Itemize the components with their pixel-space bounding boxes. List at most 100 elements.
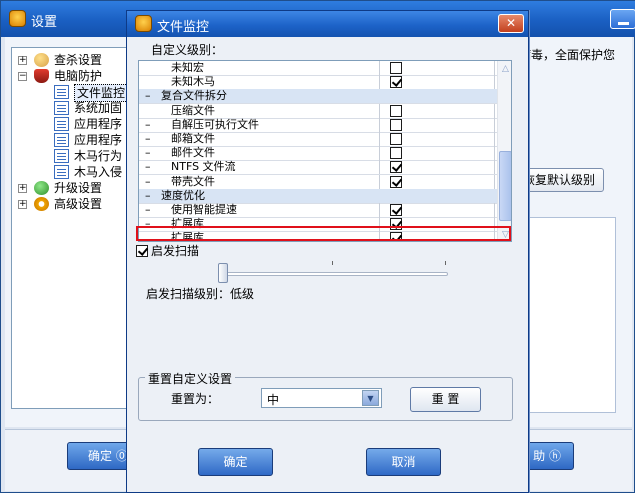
dialog-title: 文件监控 <box>157 20 210 35</box>
option-row[interactable]: – 带壳文件 <box>139 175 497 189</box>
expand-icon[interactable]: + <box>18 200 27 209</box>
option-row[interactable]: 未知宏 <box>139 61 497 75</box>
option-row[interactable]: 未知木马 <box>139 75 497 89</box>
scroll-thumb[interactable] <box>499 151 511 221</box>
reset-level-value: 中 <box>267 393 280 407</box>
expand-icon[interactable]: + <box>18 184 27 193</box>
column-divider <box>379 61 380 75</box>
document-icon <box>54 133 69 147</box>
shield-icon <box>34 69 49 83</box>
globe-icon <box>34 181 49 195</box>
option-label: 使用智能提速 <box>171 203 237 216</box>
dialog-titlebar: 文件监控 ✕ <box>127 11 528 37</box>
option-label: 自解压可执行文件 <box>171 118 259 131</box>
custom-level-label: 自定义级别： <box>151 43 224 57</box>
option-label: 未知宏 <box>171 61 204 74</box>
reset-group-title: 重置自定义设置 <box>145 370 236 387</box>
collapse-icon[interactable]: – <box>145 189 153 203</box>
heuristic-level-text: 启发扫描级别：低级 <box>146 287 255 301</box>
chevron-down-icon[interactable]: ▼ <box>362 390 379 406</box>
slider-thumb[interactable] <box>218 263 228 283</box>
column-divider <box>494 146 495 160</box>
column-divider <box>494 160 495 174</box>
column-divider <box>494 104 495 118</box>
expand-icon[interactable]: + <box>18 56 27 65</box>
document-icon <box>54 101 69 115</box>
minimize-button[interactable] <box>610 9 635 29</box>
option-label: 未知木马 <box>171 75 215 88</box>
column-divider <box>379 203 380 217</box>
cancel-button[interactable]: 取消 <box>366 448 441 476</box>
reset-button[interactable]: 重 置 <box>410 387 481 412</box>
column-divider <box>379 132 380 146</box>
option-checkbox[interactable] <box>390 147 402 159</box>
collapse-icon[interactable]: – <box>145 89 153 103</box>
option-label: 速度优化 <box>161 189 205 202</box>
tree-item-label: 电脑防护 <box>54 69 103 83</box>
collapse-icon[interactable]: – <box>145 146 153 160</box>
tree-item-label: 高级设置 <box>54 197 103 211</box>
column-divider <box>379 175 380 189</box>
collapse-icon[interactable]: − <box>18 72 27 81</box>
protection-description: 病毒，全面保护您 <box>519 48 616 62</box>
column-divider <box>379 146 380 160</box>
option-row[interactable]: – NTFS 文件流 <box>139 160 497 174</box>
document-icon <box>54 165 69 179</box>
app-logo-icon <box>135 15 152 32</box>
tree-item-label: 木马入侵 <box>74 165 123 179</box>
column-divider <box>379 104 380 118</box>
collapse-icon[interactable]: – <box>145 203 153 217</box>
option-checkbox[interactable] <box>390 161 402 173</box>
settings-tree[interactable]: + 查杀设置 − 电脑防护 文件监控 系统加固 应用程序 应用程序 木马行为 木马入侵 + 升级设置 +… <box>11 47 129 409</box>
reset-to-label: 重置为： <box>171 392 220 406</box>
heuristic-level-slider[interactable] <box>219 272 448 276</box>
collapse-icon[interactable]: – <box>145 132 153 146</box>
collapse-icon[interactable]: – <box>145 118 153 132</box>
option-checkbox[interactable] <box>390 133 402 145</box>
list-scrollbar[interactable]: △ ▽ <box>497 61 511 241</box>
option-checkbox[interactable] <box>390 105 402 117</box>
tree-item-label: 升级设置 <box>54 181 103 195</box>
option-label: 邮件文件 <box>171 146 215 159</box>
slider-tick <box>445 261 446 265</box>
tree-item-label: 木马行为 <box>74 149 123 163</box>
option-row[interactable]: – 邮件文件 <box>139 146 497 160</box>
option-row[interactable]: – 自解压可执行文件 <box>139 118 497 132</box>
option-label: 带壳文件 <box>171 175 215 188</box>
option-checkbox[interactable] <box>390 76 402 88</box>
option-group-row[interactable]: – 复合文件拆分 <box>139 89 497 103</box>
column-divider <box>494 175 495 189</box>
close-button[interactable]: ✕ <box>498 14 524 33</box>
user-search-icon <box>34 53 49 67</box>
option-label: 压缩文件 <box>171 104 215 117</box>
option-checkbox[interactable] <box>390 176 402 188</box>
file-monitor-dialog: 文件监控 ✕ 自定义级别： 未知宏 未知木马 – 复合文件拆分 压缩文件 – 自解压可执行文… <box>126 10 529 493</box>
column-divider <box>494 132 495 146</box>
option-checkbox[interactable] <box>390 204 402 216</box>
option-checkbox[interactable] <box>390 119 402 131</box>
column-divider <box>494 75 495 89</box>
document-icon <box>54 149 69 163</box>
document-icon <box>54 117 69 131</box>
option-label: 邮箱文件 <box>171 132 215 145</box>
option-group-row[interactable]: – 速度优化 <box>139 189 497 203</box>
ok-button[interactable]: 确定 <box>198 448 273 476</box>
scroll-up-icon[interactable]: △ <box>498 61 511 77</box>
heuristic-scan-checkbox[interactable] <box>136 245 148 257</box>
option-row[interactable]: – 邮箱文件 <box>139 132 497 146</box>
column-divider <box>494 61 495 75</box>
reset-level-select[interactable]: 中 ▼ <box>261 388 382 408</box>
app-logo-icon <box>9 10 26 27</box>
option-label: NTFS 文件流 <box>171 160 236 173</box>
option-checkbox[interactable] <box>390 62 402 74</box>
column-divider <box>494 118 495 132</box>
option-row[interactable]: – 使用智能提速 <box>139 203 497 217</box>
option-row[interactable]: 压缩文件 <box>139 104 497 118</box>
collapse-icon[interactable]: – <box>145 175 153 189</box>
scan-options-list[interactable]: 未知宏 未知木马 – 复合文件拆分 压缩文件 – 自解压可执行文件 – 邮箱文件 – 邮件文件 – NT… <box>138 60 512 242</box>
column-divider <box>379 118 380 132</box>
option-label: 复合文件拆分 <box>161 89 227 102</box>
tree-item-label: 系统加固 <box>74 101 123 115</box>
collapse-icon[interactable]: – <box>145 160 153 174</box>
gear-icon <box>34 197 49 211</box>
